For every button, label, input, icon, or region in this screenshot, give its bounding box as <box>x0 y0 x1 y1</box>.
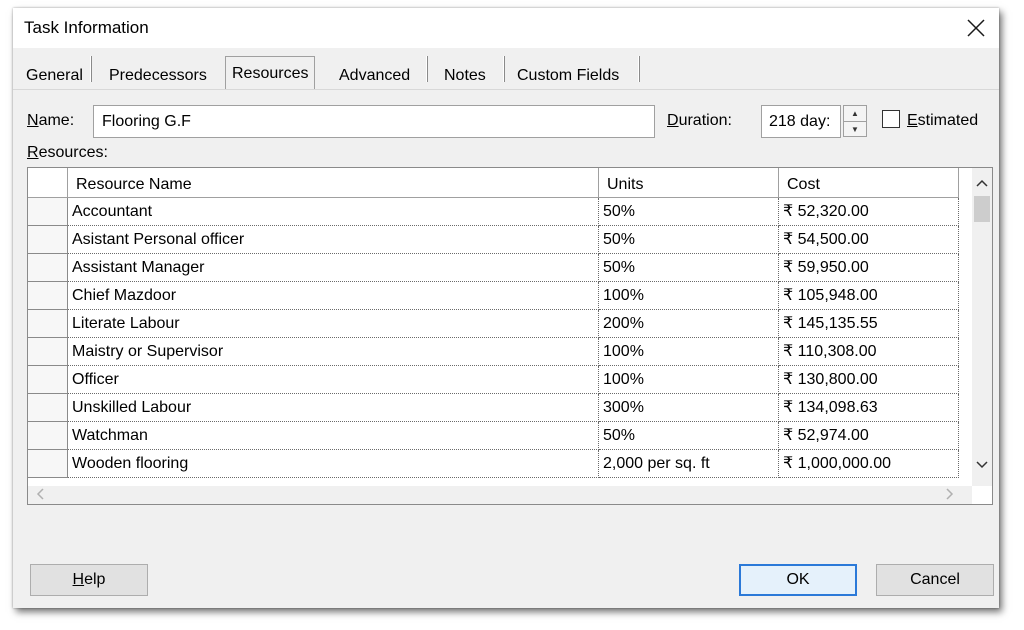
resource-name-cell[interactable]: Accountant <box>68 198 599 226</box>
tab-resources[interactable]: Resources <box>225 56 316 90</box>
tab-general[interactable]: General <box>20 62 89 90</box>
grid-corner[interactable] <box>28 168 68 198</box>
resource-name-cell[interactable]: Wooden flooring <box>68 450 599 478</box>
chevron-right-icon[interactable] <box>940 486 960 504</box>
vertical-scrollbar[interactable] <box>972 168 992 486</box>
resources-label: Resources: <box>27 144 108 161</box>
cost-cell[interactable]: ₹ 54,500.00 <box>779 226 959 254</box>
cost-cell[interactable]: ₹ 130,800.00 <box>779 366 959 394</box>
units-cell[interactable]: 50% <box>599 254 779 282</box>
row-selector[interactable] <box>28 254 68 282</box>
help-button[interactable]: Help <box>30 564 148 596</box>
row-selector[interactable] <box>28 282 68 310</box>
cost-cell[interactable]: ₹ 105,948.00 <box>779 282 959 310</box>
table-row[interactable]: Chief Mazdoor 100% ₹ 105,948.00 <box>28 282 959 310</box>
tab-separator <box>90 56 92 82</box>
resources-grid: Resource Name Units Cost Accountant 50% … <box>27 167 993 505</box>
horizontal-scrollbar[interactable] <box>28 486 972 504</box>
table-row[interactable]: Accountant 50% ₹ 52,320.00 <box>28 198 959 226</box>
units-cell[interactable]: 50% <box>599 226 779 254</box>
duration-input[interactable]: 218 day: <box>761 105 841 138</box>
row-selector[interactable] <box>28 394 68 422</box>
duration-label: Duration: <box>667 112 732 129</box>
cost-cell[interactable]: ₹ 59,950.00 <box>779 254 959 282</box>
title-bar: Task Information <box>13 8 999 48</box>
table-row[interactable]: Unskilled Labour 300% ₹ 134,098.63 <box>28 394 959 422</box>
duration-spinner: ▲ ▼ <box>843 105 867 137</box>
scrollbar-thumb[interactable] <box>974 196 990 222</box>
tab-notes[interactable]: Notes <box>438 62 492 90</box>
row-selector[interactable] <box>28 338 68 366</box>
row-selector[interactable] <box>28 226 68 254</box>
ok-button[interactable]: OK <box>739 564 857 596</box>
units-cell[interactable]: 100% <box>599 366 779 394</box>
table-row[interactable]: Wooden flooring 2,000 per sq. ft ₹ 1,000… <box>28 450 959 478</box>
cost-cell[interactable]: ₹ 110,308.00 <box>779 338 959 366</box>
table-row[interactable]: Assistant Manager 50% ₹ 59,950.00 <box>28 254 959 282</box>
cost-cell[interactable]: ₹ 1,000,000.00 <box>779 450 959 478</box>
tab-strip: General Predecessors Resources Advanced … <box>13 48 999 90</box>
row-selector[interactable] <box>28 366 68 394</box>
resource-name-cell[interactable]: Watchman <box>68 422 599 450</box>
row-selector[interactable] <box>28 450 68 478</box>
row-selector[interactable] <box>28 310 68 338</box>
chevron-left-icon[interactable] <box>30 486 50 504</box>
resource-name-cell[interactable]: Officer <box>68 366 599 394</box>
cost-cell[interactable]: ₹ 52,320.00 <box>779 198 959 226</box>
column-header-resource-name[interactable]: Resource Name <box>68 168 599 198</box>
close-button[interactable] <box>953 8 999 48</box>
cost-cell[interactable]: ₹ 134,098.63 <box>779 394 959 422</box>
resource-name-cell[interactable]: Unskilled Labour <box>68 394 599 422</box>
resource-name-cell[interactable]: Asistant Personal officer <box>68 226 599 254</box>
tab-separator <box>426 56 428 82</box>
task-information-dialog: Task Information General Predecessors Re… <box>13 8 999 608</box>
column-header-cost[interactable]: Cost <box>779 168 959 198</box>
name-label: Name: <box>27 112 75 129</box>
cost-cell[interactable]: ₹ 145,135.55 <box>779 310 959 338</box>
units-cell[interactable]: 300% <box>599 394 779 422</box>
tab-advanced[interactable]: Advanced <box>333 62 416 90</box>
column-header-units[interactable]: Units <box>599 168 779 198</box>
tab-separator <box>638 56 640 82</box>
estimated-checkbox[interactable] <box>882 110 900 128</box>
units-cell[interactable]: 100% <box>599 282 779 310</box>
cancel-button[interactable]: Cancel <box>876 564 994 596</box>
table-row[interactable]: Maistry or Supervisor 100% ₹ 110,308.00 <box>28 338 959 366</box>
resource-name-cell[interactable]: Maistry or Supervisor <box>68 338 599 366</box>
name-input[interactable]: Flooring G.F <box>93 105 655 138</box>
chevron-up-icon[interactable] <box>972 172 992 192</box>
units-cell[interactable]: 200% <box>599 310 779 338</box>
chevron-down-icon[interactable] <box>972 454 992 474</box>
estimated-label: Estimated <box>907 112 979 129</box>
table-row[interactable]: Asistant Personal officer 50% ₹ 54,500.0… <box>28 226 959 254</box>
dialog-title: Task Information <box>24 18 149 37</box>
spin-down-icon[interactable]: ▼ <box>844 121 866 137</box>
tab-separator <box>503 56 505 82</box>
units-cell[interactable]: 50% <box>599 422 779 450</box>
resource-name-cell[interactable]: Literate Labour <box>68 310 599 338</box>
table-row[interactable]: Officer 100% ₹ 130,800.00 <box>28 366 959 394</box>
units-cell[interactable]: 100% <box>599 338 779 366</box>
units-cell[interactable]: 50% <box>599 198 779 226</box>
tab-panel-border <box>13 89 999 90</box>
tab-predecessors[interactable]: Predecessors <box>103 62 213 90</box>
table-row[interactable]: Watchman 50% ₹ 52,974.00 <box>28 422 959 450</box>
resource-name-cell[interactable]: Assistant Manager <box>68 254 599 282</box>
cost-cell[interactable]: ₹ 52,974.00 <box>779 422 959 450</box>
units-cell[interactable]: 2,000 per sq. ft <box>599 450 779 478</box>
spin-up-icon[interactable]: ▲ <box>844 106 866 121</box>
tab-custom-fields[interactable]: Custom Fields <box>511 62 625 90</box>
table-row[interactable]: Literate Labour 200% ₹ 145,135.55 <box>28 310 959 338</box>
resource-name-cell[interactable]: Chief Mazdoor <box>68 282 599 310</box>
row-selector[interactable] <box>28 422 68 450</box>
close-icon <box>967 19 985 37</box>
row-selector[interactable] <box>28 198 68 226</box>
